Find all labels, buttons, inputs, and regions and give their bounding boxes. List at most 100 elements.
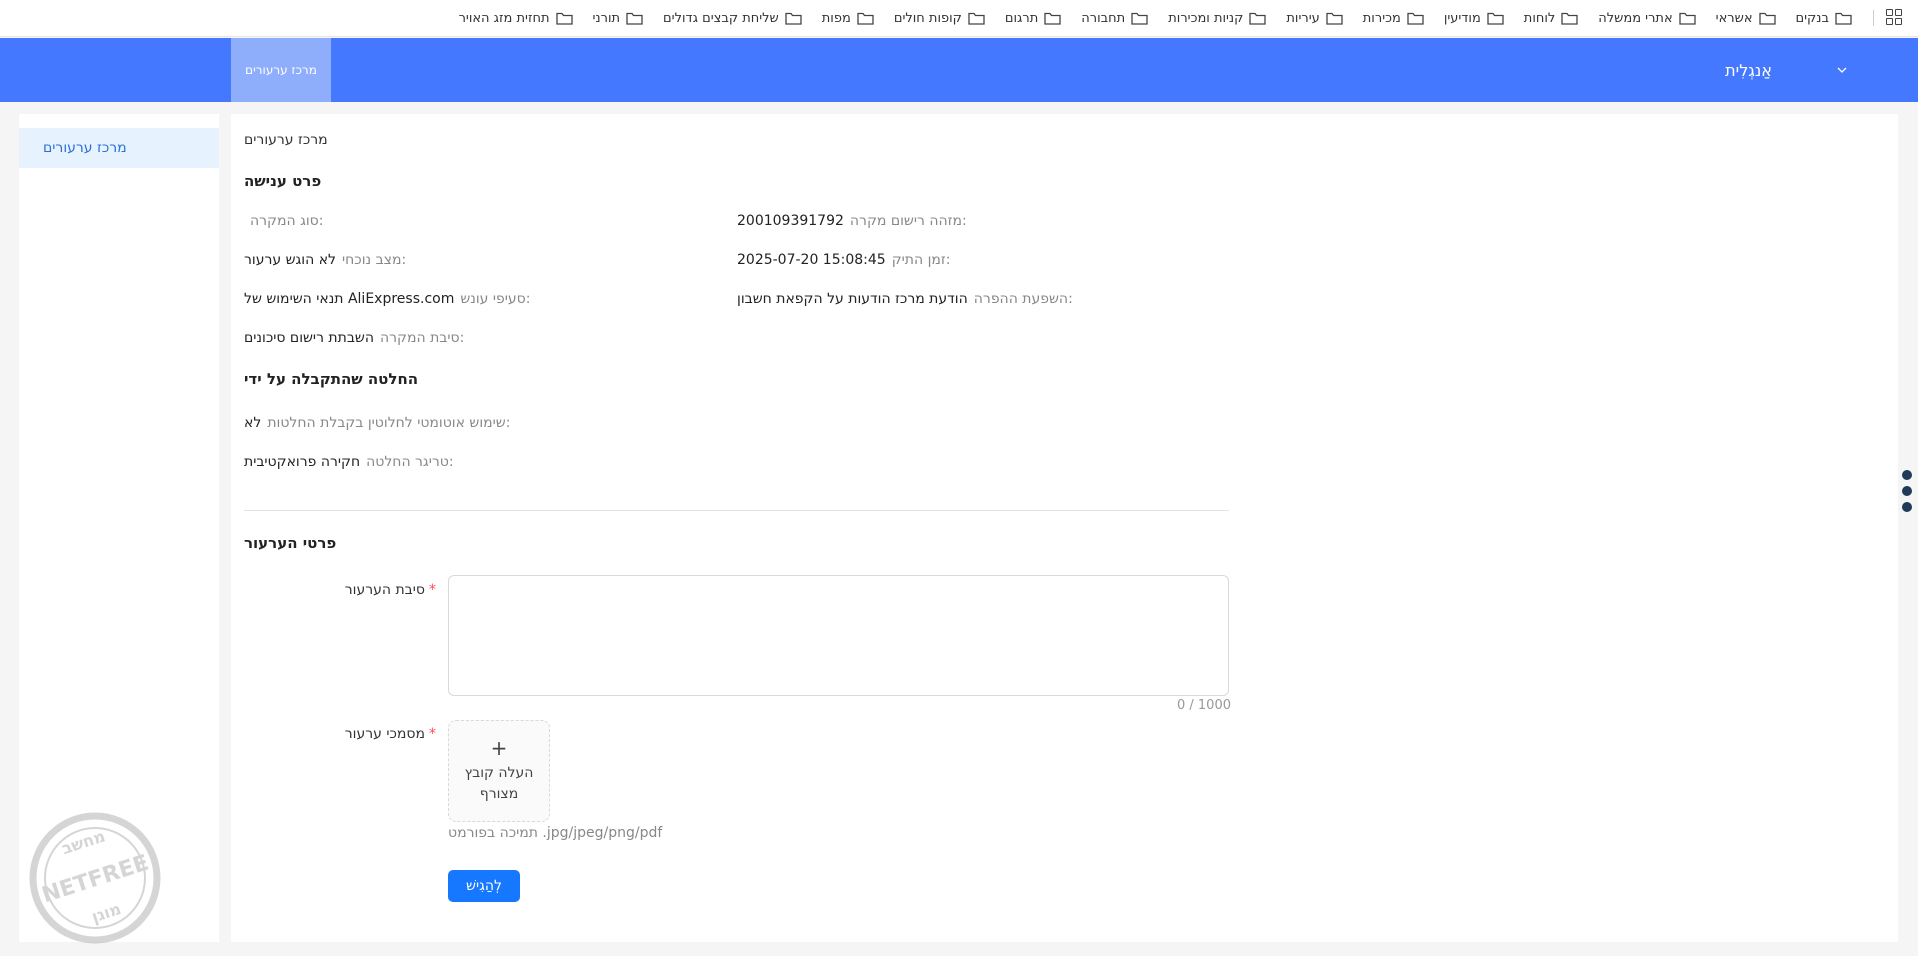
bookmark-label: בנקים [1795,11,1829,26]
sidebar-item-label: מרכז ערעורים [43,140,127,156]
bookmarks-list: בנקים אשראי אתרי ממשלה לוחות מודיעין מכירות עי… [459,0,1852,37]
field-automated-decision: שימוש אוטומטי לחלוטין בקבלת החלטות: לא [244,415,510,431]
folder-icon [1487,12,1504,25]
appeal-docs-label-text: מסמכי ערעור [344,726,425,742]
apps-grid-icon[interactable] [1886,9,1902,25]
field-value: 200109391792 [737,213,844,229]
appeal-docs-label: * מסמכי ערעור [231,726,436,742]
field-value: לא הוגש ערעור [244,252,337,268]
bookmark-label: מפות [821,11,851,26]
required-mark: * [429,726,436,742]
folder-icon [968,12,985,25]
penalty-section-title: פרט ענישה [244,172,322,190]
bookmark-label: תרגום [1004,11,1039,26]
language-label: אַנגְלִית [1725,60,1772,80]
field-incident-id: מזהה רישום מקרה: 200109391792 [737,213,967,229]
field-value: השבתת רישום סיכונים [244,330,374,346]
field-current-status: מצב נוכחי: לא הוגש ערעור [244,252,406,268]
header-tab-label: מרכז ערעורים [245,63,317,77]
bookmark-item[interactable]: מודיעין [1444,11,1504,26]
required-mark: * [429,582,436,598]
bookmark-item[interactable]: אשראי [1716,11,1776,26]
header-tab-appeal-center[interactable]: מרכז ערעורים [231,38,331,102]
folder-icon [1679,12,1696,25]
bookmark-item[interactable]: תחזית מזג האויר [459,11,573,26]
bookmark-label: לוחות [1523,11,1556,26]
field-decision-trigger: טריגר החלטה: חקירה פרואקטיבית [244,454,454,470]
bookmark-label: שליחת קבצים גדולים [663,11,779,26]
folder-icon [1249,12,1267,25]
netfree-watermark-logo: מחשב NETFREE מוגן [29,812,161,944]
char-counter: 0 / 1000 [1177,698,1231,713]
decision-section-title: החלטה שהתקבלה על ידי [244,370,419,388]
bookmark-item[interactable]: לוחות [1524,11,1579,26]
field-label: טריגר החלטה: [366,454,454,470]
field-incident-reason: סיבת המקרה: השבתת רישום סיכונים [244,330,464,346]
appeal-reason-label: * סיבת הערעור [231,582,436,598]
bookmark-label: תחזית מזג האויר [458,11,550,26]
folder-icon [626,12,643,25]
field-label: מזהה רישום מקרה: [849,213,967,229]
bookmark-item[interactable]: מכירות [1363,11,1424,26]
bookmark-item[interactable]: שליחת קבצים גדולים [663,11,802,26]
bookmark-label: קניות ומכירות [1168,11,1244,26]
field-incident-type: סוג המקרה: [244,213,323,229]
bookmark-label: אשראי [1715,11,1753,26]
field-value: תנאי השימוש של AliExpress.com [244,291,455,307]
bookmark-label: מכירות [1362,11,1401,26]
field-value: הודעת מרכז הודעות על הקפאת חשבון [737,291,968,307]
folder-icon [857,12,874,25]
field-label: סיבת המקרה: [379,330,465,346]
format-hint: תמיכה בפורמט .jpg/jpeg/png/pdf [448,825,663,841]
folder-icon [1044,12,1061,25]
bookmark-item[interactable]: תורני [593,11,644,26]
bookmark-label: אתרי ממשלה [1598,11,1673,26]
watermark-mid-text: NETFREE [39,850,152,908]
bookmark-item[interactable]: תרגום [1005,11,1061,26]
field-value: חקירה פרואקטיבית [244,454,361,470]
breadcrumb: מרכז ערעורים [244,132,328,148]
language-selector[interactable]: אַנגְלִית [1725,38,1772,102]
field-value: לא [244,415,262,431]
field-label: סעיפי עונש: [460,291,531,307]
bookmark-item[interactable]: אתרי ממשלה [1598,11,1696,26]
top-header: מרכז ערעורים אַנגְלִית [0,38,1918,102]
field-label: שימוש אוטומטי לחלוטין בקבלת החלטות: [267,415,511,431]
appeal-reason-textarea[interactable] [448,575,1229,696]
main-panel: מרכז ערעורים פרט ענישה סוג המקרה: מצב נו… [231,114,1898,942]
upload-label: העלה קובץ מצורף [464,765,534,802]
bookmark-label: עיריות [1286,11,1320,26]
bookmark-item[interactable]: מפות [822,11,874,26]
bookmark-item[interactable]: בנקים [1796,11,1852,26]
folder-icon [555,12,573,25]
appeal-reason-label-text: סיבת הערעור [344,582,425,598]
folder-icon [1326,12,1343,25]
bookmark-item[interactable]: תחבורה [1081,11,1148,26]
folder-icon [785,12,802,25]
chevron-down-icon[interactable] [1836,64,1848,76]
field-label: זמן התיק: [891,252,951,268]
upload-attachment-button[interactable]: + העלה קובץ מצורף [448,720,550,822]
bookmarks-bar: בנקים אשראי אתרי ממשלה לוחות מודיעין מכירות עי… [0,0,1918,37]
field-case-time: זמן התיק: 2025-07-20 15:08:45 [737,252,950,268]
field-label: השפעת ההפרה: [973,291,1073,307]
plus-icon: + [490,736,508,760]
bookmark-item[interactable]: עיריות [1286,11,1343,26]
bookmarks-divider [1873,10,1874,26]
bookmark-item[interactable]: קניות ומכירות [1168,11,1267,26]
section-divider [244,510,1229,511]
appeal-section-title: פרטי הערעור [244,534,337,552]
field-label: סוג המקרה: [250,213,324,229]
field-violation-impact: השפעת ההפרה: הודעת מרכז הודעות על הקפאת … [737,291,1073,307]
watermark-top-text: מחשב [59,826,107,858]
sidebar-item-appeal-center[interactable]: מרכז ערעורים [19,128,219,168]
field-label: מצב נוכחי: [342,252,407,268]
folder-icon [1561,12,1578,25]
more-options-icon[interactable] [1902,470,1912,518]
bookmark-item[interactable]: קופות חולים [894,11,985,26]
folder-icon [1758,12,1776,25]
field-value: 2025-07-20 15:08:45 [737,252,886,268]
submit-button[interactable]: לְהַגִישׁ [448,870,520,902]
bookmark-label: תחבורה [1081,11,1126,26]
folder-icon [1835,12,1852,25]
